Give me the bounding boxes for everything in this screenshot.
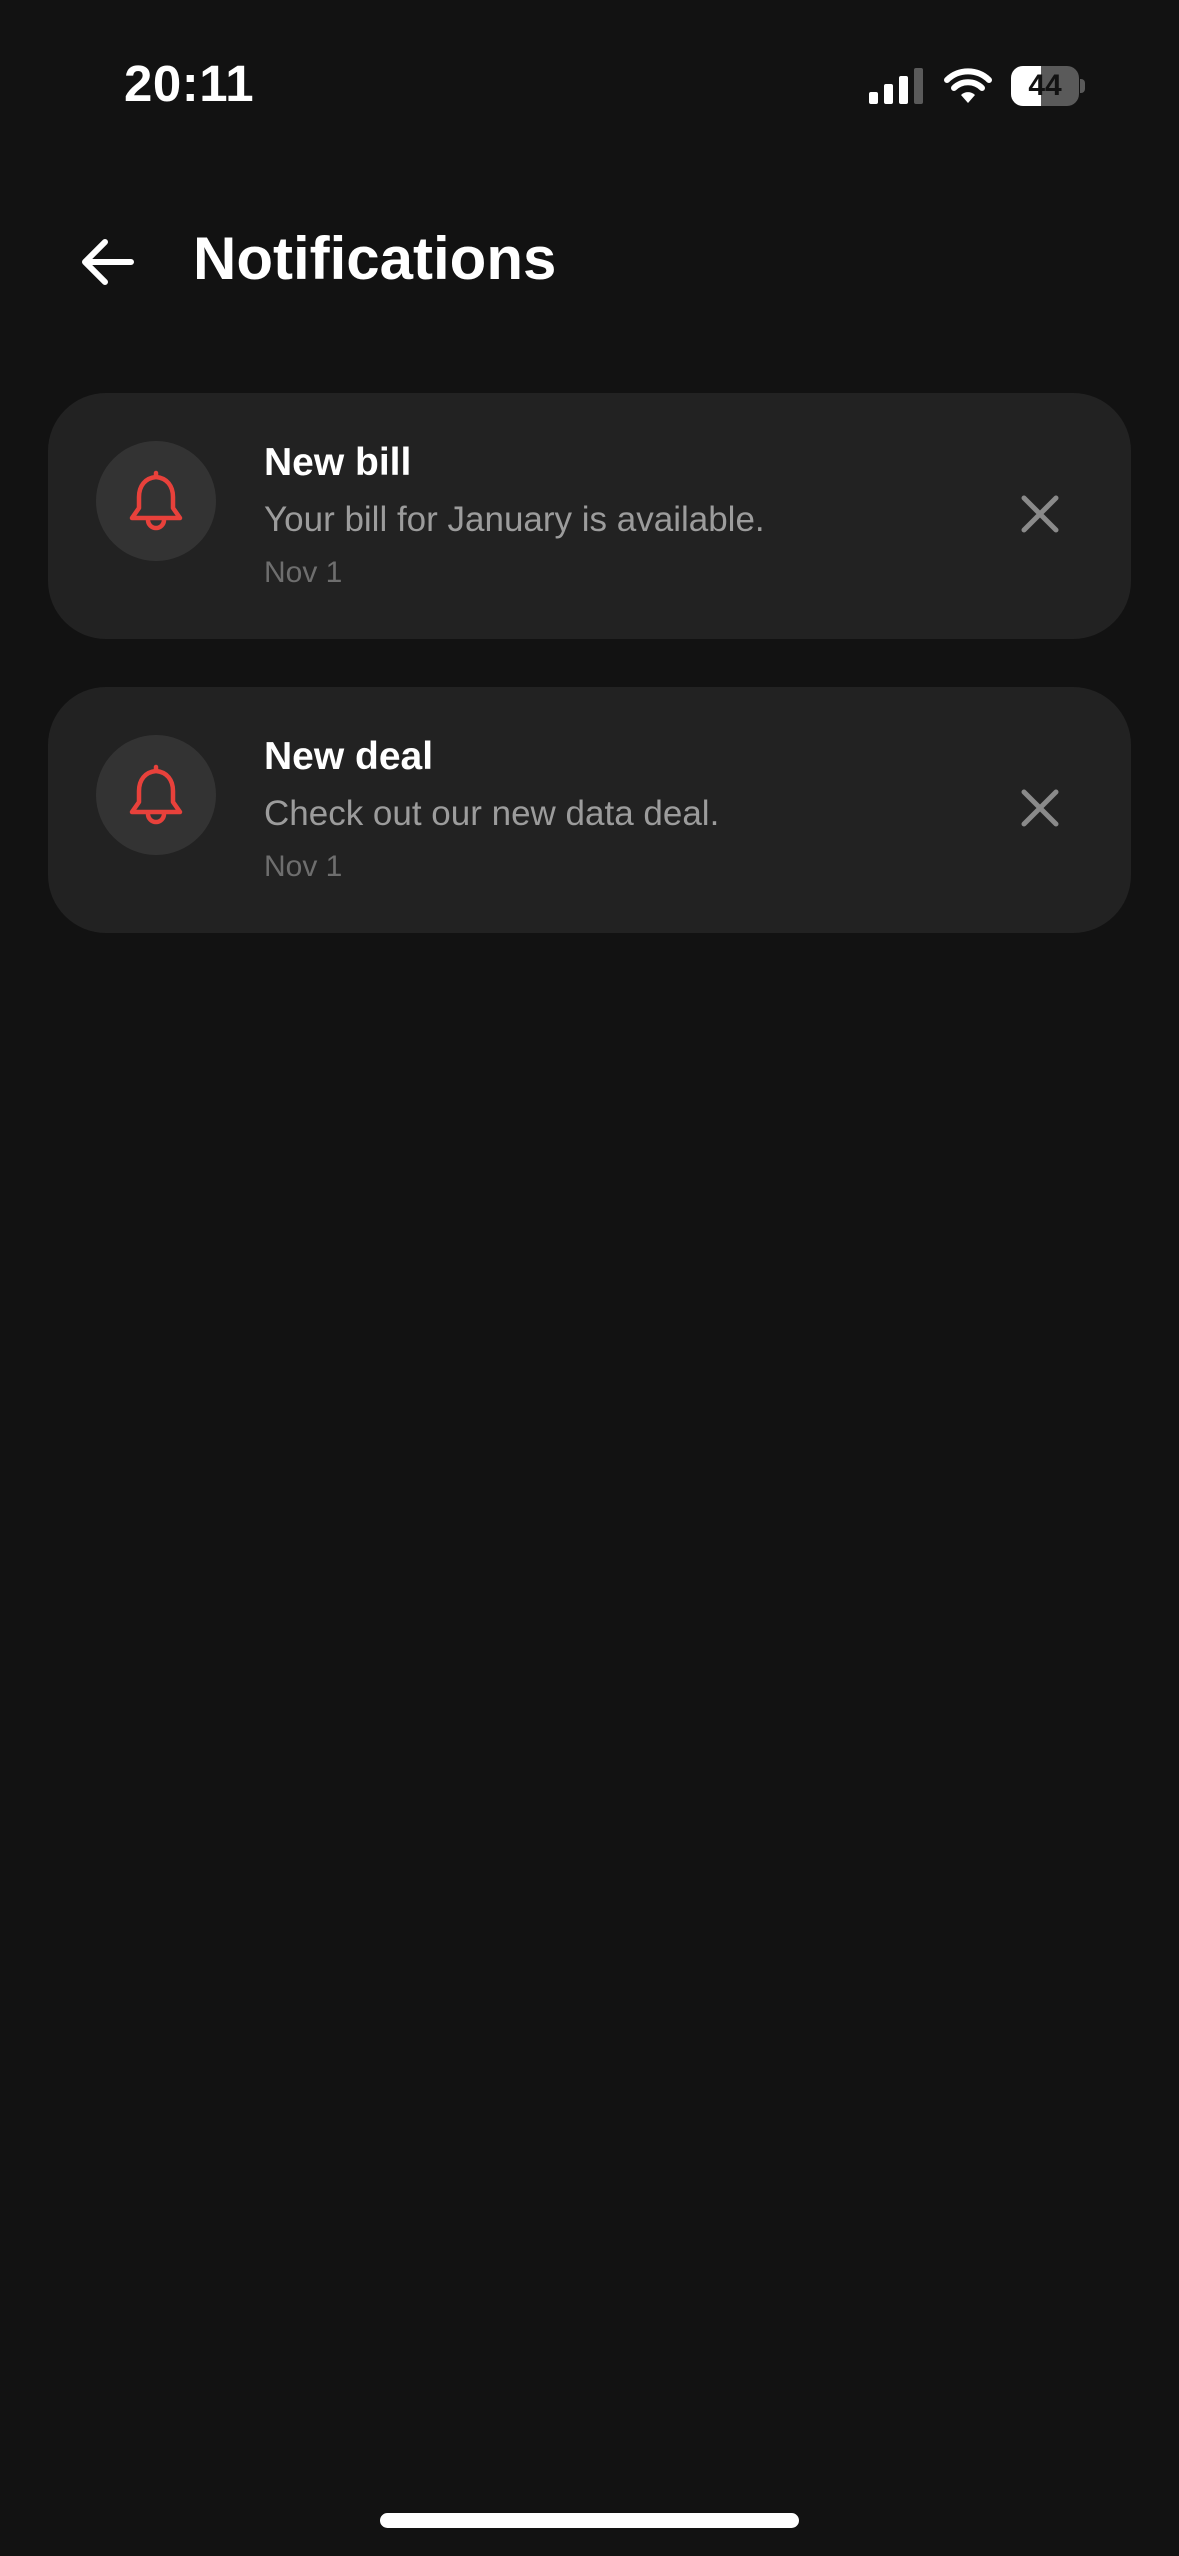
notification-date: Nov 1 — [264, 556, 343, 589]
notification-list: New bill Your bill for January is availa… — [48, 393, 1131, 981]
notification-title: New bill — [264, 441, 412, 484]
arrow-left-icon — [82, 239, 134, 285]
notification-card[interactable]: New bill Your bill for January is availa… — [48, 393, 1131, 639]
bell-icon — [129, 470, 183, 531]
close-icon — [1021, 495, 1059, 533]
dismiss-button[interactable] — [1005, 479, 1075, 549]
notification-date: Nov 1 — [264, 850, 343, 883]
header: Notifications — [0, 210, 1179, 310]
status-time: 20:11 — [124, 55, 255, 112]
bell-icon — [129, 764, 183, 825]
battery-icon: 44 — [1011, 66, 1085, 106]
status-icons: 44 — [869, 64, 1085, 108]
notification-icon-circle — [96, 735, 216, 855]
dismiss-button[interactable] — [1005, 773, 1075, 843]
notification-message: Your bill for January is available. — [264, 500, 765, 539]
notification-icon-circle — [96, 441, 216, 561]
signal-icon — [869, 68, 923, 104]
notification-card[interactable]: New deal Check out our new data deal. No… — [48, 687, 1131, 933]
back-button[interactable] — [72, 232, 142, 292]
notification-title: New deal — [264, 735, 434, 778]
status-bar: 20:11 44 — [0, 0, 1179, 150]
close-icon — [1021, 789, 1059, 827]
battery-level: 44 — [1028, 69, 1062, 102]
notification-message: Check out our new data deal. — [264, 794, 720, 833]
home-indicator[interactable] — [380, 2513, 799, 2528]
page-title: Notifications — [193, 225, 557, 292]
wifi-icon — [944, 68, 992, 103]
